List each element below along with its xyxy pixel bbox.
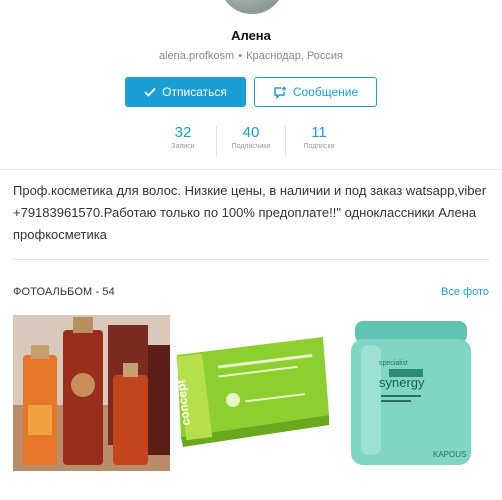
checkmark-icon	[144, 87, 156, 97]
profile-bio: Проф.косметика для волос. Низкие цены, в…	[13, 183, 487, 242]
profile-header: Алена alena.profkosm • Краснодар, Россия О…	[0, 0, 502, 170]
bottles-illustration	[13, 315, 170, 471]
stat-divider	[216, 126, 217, 156]
profile-location: Краснодар, Россия	[246, 50, 343, 62]
ampoule-box-illustration: concept	[173, 315, 330, 471]
synergy-brand-text: synergy	[379, 375, 425, 390]
mask-jar-photo[interactable]: specialist synergy KAPOUS	[333, 315, 489, 471]
stat-following-value: 11	[311, 124, 327, 141]
photo-grid: concept specialist synergy KAPOUS	[13, 315, 489, 471]
message-button[interactable]: Сообщение	[254, 77, 377, 107]
new-message-icon	[274, 86, 286, 99]
profile-page: Алена alena.profkosm • Краснодар, Россия О…	[0, 0, 502, 500]
stats-row: 32 Записи 40 Подписчики 11 Подписки	[0, 124, 502, 160]
avatar[interactable]	[216, 0, 288, 17]
unsubscribe-label: Отписаться	[162, 85, 227, 99]
profile-name: Алена	[231, 28, 271, 43]
stat-posts[interactable]: 32 Записи	[150, 124, 216, 150]
stat-following-label: Подписки	[303, 143, 335, 150]
bottles-photo[interactable]	[13, 315, 170, 471]
unsubscribe-button[interactable]: Отписаться	[125, 77, 246, 107]
stat-followers-value: 40	[242, 124, 260, 141]
stat-followers[interactable]: 40 Подписчики	[218, 124, 284, 150]
stat-posts-value: 32	[174, 124, 192, 141]
section-divider	[13, 259, 489, 260]
jar-small-label: specialist	[379, 360, 408, 367]
profile-username: alena.profkosm	[158, 50, 235, 62]
separator-dot: •	[238, 50, 243, 62]
jar-logo-text: KAPOUS	[433, 450, 466, 459]
ampoule-box-photo[interactable]: concept	[173, 315, 330, 471]
album-title: ФОТОАЛЬБОМ - 54	[13, 286, 115, 298]
mask-jar-illustration: specialist synergy KAPOUS	[333, 315, 489, 471]
all-photos-link[interactable]: Все фото	[441, 286, 489, 298]
stat-following[interactable]: 11 Подписки	[286, 124, 352, 150]
message-label: Сообщение	[292, 85, 359, 99]
profile-subline: alena.profkosm • Краснодар, Россия	[0, 50, 502, 62]
stat-posts-label: Записи	[171, 143, 195, 150]
stat-followers-label: Подписчики	[231, 143, 271, 150]
